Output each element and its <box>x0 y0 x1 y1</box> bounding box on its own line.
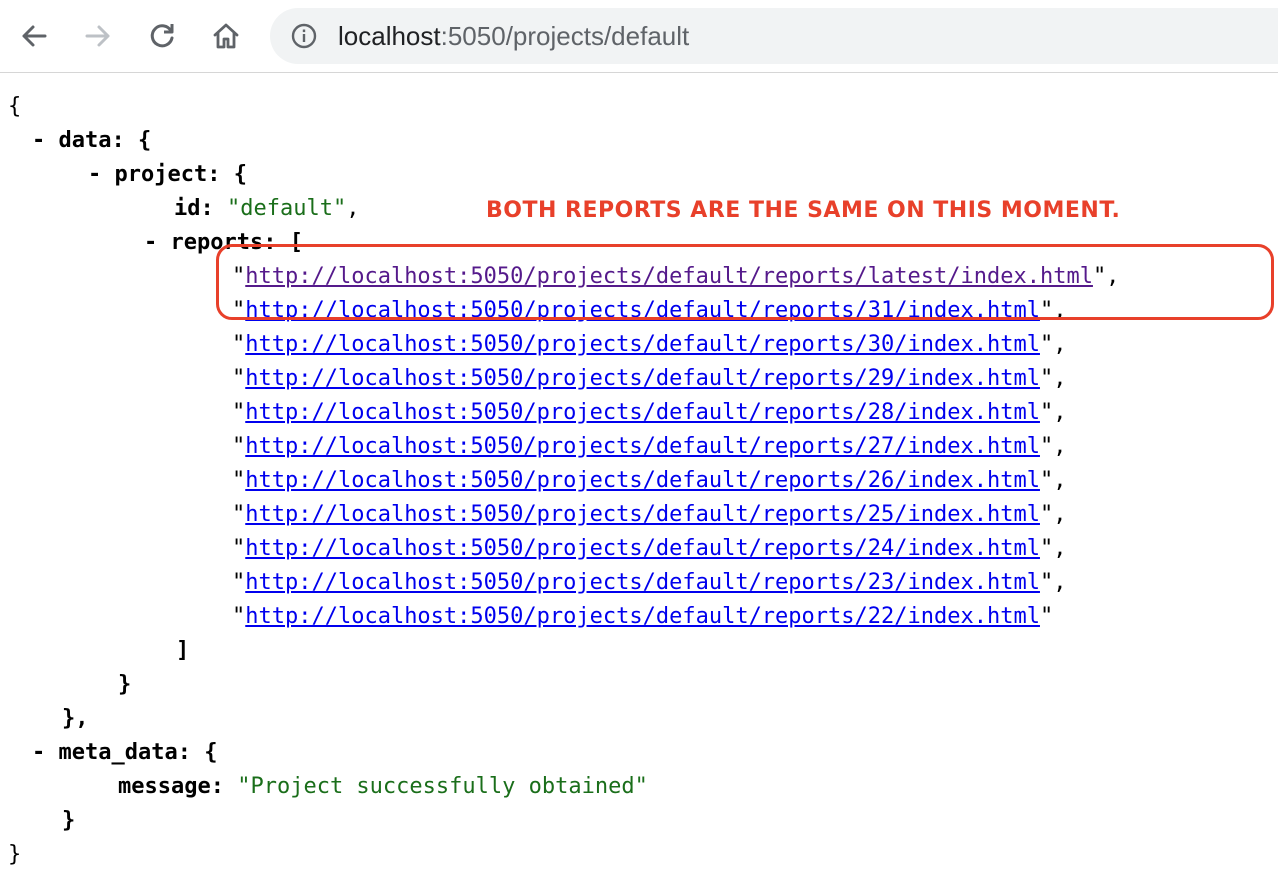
root-close-brace: } <box>8 842 22 867</box>
meta-data-row: - meta_data: { <box>32 740 218 765</box>
report-item: "http://localhost:5050/projects/default/… <box>232 366 1067 391</box>
root-open-brace: { <box>8 94 22 119</box>
forward-button[interactable] <box>78 14 118 58</box>
reload-icon <box>150 24 174 48</box>
url-host: localhost <box>338 21 441 51</box>
report-item: "http://localhost:5050/projects/default/… <box>232 502 1067 527</box>
key-message: message <box>118 774 211 799</box>
annotation-text: BOTH REPORTS ARE THE SAME ON THIS MOMENT… <box>486 198 1121 223</box>
browser-toolbar: localhost:5050/projects/default <box>0 0 1278 73</box>
address-bar[interactable]: localhost:5050/projects/default <box>270 8 1278 64</box>
data-close-brace: }, <box>62 706 89 731</box>
collapse-toggle-meta-data[interactable]: - <box>32 740 45 765</box>
key-meta-data: meta_data <box>58 740 178 765</box>
key-data: data <box>58 128 112 153</box>
project-row: - project: { <box>88 162 247 187</box>
report-item: "http://localhost:5050/projects/default/… <box>232 298 1067 323</box>
url-text[interactable]: localhost:5050/projects/default <box>338 22 689 50</box>
report-link-latest[interactable]: http://localhost:5050/projects/default/r… <box>245 264 1093 289</box>
collapse-toggle-reports[interactable]: - <box>144 230 157 255</box>
report-item: "http://localhost:5050/projects/default/… <box>232 536 1067 561</box>
collapse-toggle-data[interactable]: - <box>32 128 45 153</box>
message-value: Project successfully obtained <box>250 774 635 799</box>
report-item: "http://localhost:5050/projects/default/… <box>232 604 1054 629</box>
report-link-22[interactable]: http://localhost:5050/projects/default/r… <box>245 604 1040 629</box>
report-item: "http://localhost:5050/projects/default/… <box>232 434 1067 459</box>
report-item: "http://localhost:5050/projects/default/… <box>232 264 1120 289</box>
back-button[interactable] <box>14 14 54 58</box>
data-row: - data: { <box>32 128 152 153</box>
id-row: id: "default", <box>174 196 360 221</box>
report-link-24[interactable]: http://localhost:5050/projects/default/r… <box>245 536 1040 561</box>
report-item: "http://localhost:5050/projects/default/… <box>232 570 1067 595</box>
report-link-26[interactable]: http://localhost:5050/projects/default/r… <box>245 468 1040 493</box>
message-row: message: "Project successfully obtained" <box>118 774 648 799</box>
reports-row: - reports: [ <box>144 230 303 255</box>
home-icon <box>213 23 239 49</box>
home-button[interactable] <box>206 14 246 58</box>
project-close-brace: } <box>118 672 132 697</box>
report-link-31[interactable]: http://localhost:5050/projects/default/r… <box>245 298 1040 323</box>
id-value: default <box>240 196 333 221</box>
info-icon[interactable] <box>290 22 318 50</box>
report-link-23[interactable]: http://localhost:5050/projects/default/r… <box>245 570 1040 595</box>
report-link-28[interactable]: http://localhost:5050/projects/default/r… <box>245 400 1040 425</box>
meta-data-close-brace: } <box>62 808 76 833</box>
report-item: "http://localhost:5050/projects/default/… <box>232 468 1067 493</box>
key-reports: reports <box>170 230 264 255</box>
key-id: id <box>174 196 201 221</box>
url-path: :5050/projects/default <box>440 21 690 51</box>
arrow-left-icon <box>22 25 47 47</box>
report-item: "http://localhost:5050/projects/default/… <box>232 400 1067 425</box>
report-item: "http://localhost:5050/projects/default/… <box>232 332 1067 357</box>
reload-button[interactable] <box>142 14 182 58</box>
arrow-right-icon <box>85 25 110 47</box>
reports-close-bracket: ] <box>176 638 190 663</box>
report-link-30[interactable]: http://localhost:5050/projects/default/r… <box>245 332 1040 357</box>
report-link-27[interactable]: http://localhost:5050/projects/default/r… <box>245 434 1040 459</box>
report-link-25[interactable]: http://localhost:5050/projects/default/r… <box>245 502 1040 527</box>
collapse-toggle-project[interactable]: - <box>88 162 101 187</box>
report-link-29[interactable]: http://localhost:5050/projects/default/r… <box>245 366 1040 391</box>
key-project: project <box>114 162 208 187</box>
